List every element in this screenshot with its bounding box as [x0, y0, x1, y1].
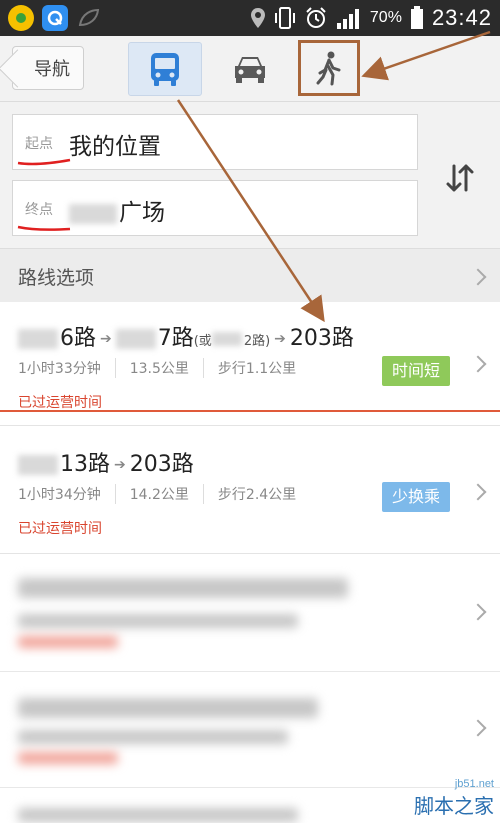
route-options-label: 路线选项	[18, 267, 95, 289]
header: 导航	[0, 36, 500, 102]
drive-mode-tab[interactable]	[213, 42, 287, 96]
battery-percent: 70%	[369, 9, 402, 26]
redacted-text	[115, 329, 156, 349]
redacted-text	[18, 752, 118, 764]
transit-mode-bus-tab[interactable]	[128, 42, 202, 96]
redacted-text	[18, 614, 298, 628]
route-lines: 13路 ➔ 203路	[18, 446, 194, 478]
vibrate-icon	[274, 7, 295, 29]
redacted-text	[18, 636, 118, 648]
route-segment: 6路	[60, 326, 96, 351]
watermark-url: jb51.net	[454, 778, 494, 790]
redacted-text	[18, 808, 298, 822]
back-button[interactable]: 导航	[12, 46, 84, 90]
route-walk-distance: 步行2.4公里	[202, 484, 310, 504]
chevron-right-icon	[469, 719, 487, 737]
start-point-field[interactable]: 起点 我的位置	[12, 114, 418, 170]
route-alt: (或	[193, 334, 212, 349]
start-label: 起点	[25, 136, 53, 152]
service-status: 已过运营时间	[18, 395, 102, 411]
fastest-badge: 时间短	[382, 356, 451, 386]
swap-button[interactable]	[440, 158, 480, 198]
signal-icon	[336, 9, 359, 29]
start-value: 我的位置	[69, 134, 161, 160]
route-inputs: 起点 我的位置 终点 广场	[0, 102, 500, 248]
route-item-1[interactable]: 6路 ➔ 7路(或 2路) ➔ 203路 1小时33分钟 13.5公里 步行1.1公里 时…	[0, 302, 500, 426]
end-label-underline	[17, 225, 71, 231]
chevron-right-icon	[469, 603, 487, 621]
route-duration: 1小时34分钟	[18, 487, 101, 503]
app-notification-icon-2	[42, 5, 68, 31]
status-bar: 70% 23:42	[0, 0, 500, 36]
end-point-field[interactable]: 终点 广场	[12, 180, 418, 236]
chevron-right-icon	[469, 483, 487, 501]
location-icon	[250, 8, 265, 28]
redacted-text	[18, 578, 348, 598]
arrow-icon: ➔	[114, 457, 126, 473]
watermark-name: 脚本之家	[414, 794, 494, 818]
end-label: 终点	[25, 202, 53, 218]
site-watermark: jb51.net 脚本之家	[414, 778, 494, 819]
leaf-icon	[76, 5, 102, 31]
redacted-text	[69, 203, 117, 224]
alarm-icon	[306, 7, 326, 28]
route-options-row[interactable]: 路线选项	[0, 248, 500, 302]
route-duration: 1小时33分钟	[18, 361, 101, 377]
walk-icon	[316, 51, 341, 86]
app-notification-icon	[8, 5, 34, 31]
route-segment: 7路	[157, 326, 194, 351]
fewest-transfers-badge: 少换乘	[382, 482, 451, 512]
route-distance: 14.2公里	[114, 484, 203, 504]
chevron-right-icon	[469, 268, 487, 286]
route-segment: 13路	[60, 452, 110, 477]
start-label-underline	[17, 158, 71, 166]
route-item-3[interactable]	[0, 556, 500, 672]
walk-mode-tab[interactable]	[298, 40, 360, 96]
route-item-4[interactable]	[0, 674, 500, 788]
bus-icon	[151, 53, 179, 86]
battery-icon	[410, 6, 423, 29]
clock: 23:42	[431, 5, 492, 30]
route-meta: 1小时34分钟 14.2公里 步行2.4公里	[18, 484, 310, 504]
arrow-icon: ➔	[100, 331, 112, 347]
route-segment: 203路	[129, 452, 194, 477]
route-item-2[interactable]: 13路 ➔ 203路 1小时34分钟 14.2公里 步行2.4公里 少换乘 已过运营…	[0, 428, 500, 554]
redacted-text	[18, 698, 318, 718]
redacted-text	[211, 332, 242, 346]
redacted-text	[18, 730, 288, 744]
route-walk-distance: 步行1.1公里	[202, 358, 310, 378]
route-alt-tail: 2路)	[243, 334, 271, 349]
back-button-label: 导航	[34, 59, 70, 80]
swap-icon	[446, 164, 474, 192]
route-meta: 1小时33分钟 13.5公里 步行1.1公里	[18, 358, 310, 378]
service-status: 已过运营时间	[18, 521, 102, 537]
route-segment: 203路	[289, 326, 354, 351]
redacted-text	[18, 455, 58, 475]
chevron-right-icon	[469, 355, 487, 373]
route-lines: 6路 ➔ 7路(或 2路) ➔ 203路	[18, 320, 354, 352]
arrow-icon: ➔	[274, 331, 286, 347]
route-divider-highlight	[0, 410, 500, 412]
car-icon	[235, 57, 265, 83]
end-value: 广场	[69, 193, 165, 227]
route-distance: 13.5公里	[114, 358, 203, 378]
redacted-text	[18, 329, 58, 349]
